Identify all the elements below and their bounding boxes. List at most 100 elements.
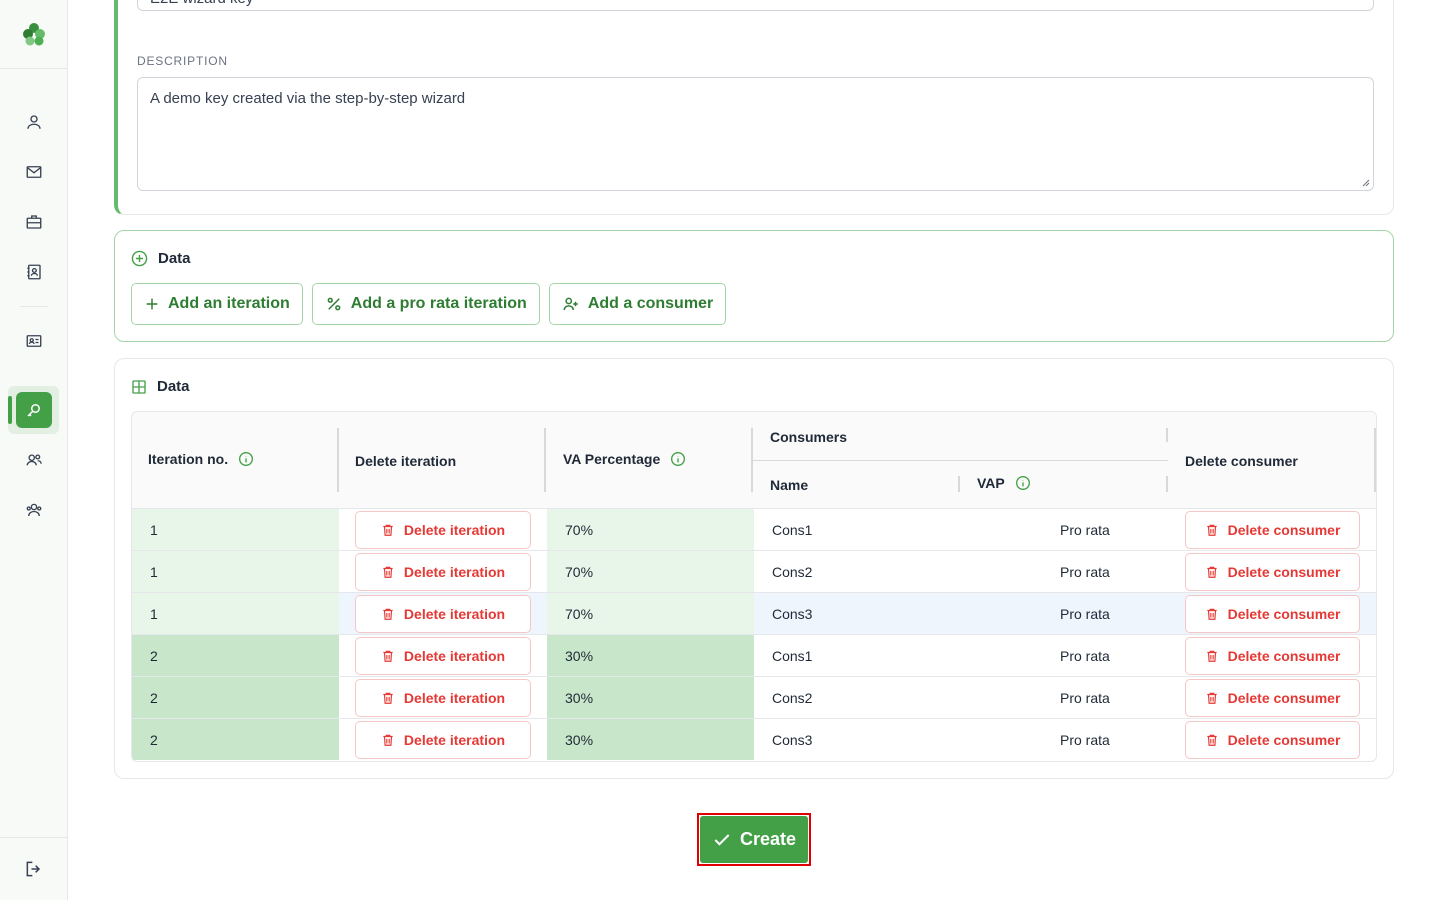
data-table-title-text: Data <box>157 378 190 395</box>
add-iteration-label: Add an iteration <box>168 295 290 312</box>
va-percentage-cell: 30% <box>547 719 754 760</box>
info-icon[interactable] <box>238 451 254 467</box>
iteration-cell: 1 <box>132 551 339 592</box>
delete-consumer-button[interactable]: Delete consumer <box>1185 679 1360 717</box>
sidebar-item-groups[interactable] <box>16 492 52 528</box>
trash-icon <box>1206 566 1217 578</box>
description-text: A demo key created via the step-by-step … <box>150 90 466 107</box>
sidebar-item-contacts[interactable] <box>16 254 52 290</box>
sidebar-divider <box>20 306 48 307</box>
clover-logo-icon <box>22 23 45 46</box>
vap-cell: Pro rata <box>1060 521 1110 538</box>
delete-consumer-label: Delete consumer <box>1227 522 1341 538</box>
vap-cell: Pro rata <box>1060 605 1110 622</box>
header-delete-iteration: Delete iteration <box>355 453 456 469</box>
description-label: DESCRIPTION <box>137 54 228 68</box>
key-details-card: E2E wizard key DESCRIPTION A demo key cr… <box>114 0 1394 215</box>
sidebar-active-indicator <box>8 396 12 424</box>
delete-consumer-button[interactable]: Delete consumer <box>1185 721 1360 759</box>
header-iteration: Iteration no. <box>148 451 254 467</box>
trash-icon <box>383 566 393 578</box>
info-icon[interactable] <box>1015 475 1031 491</box>
sidebar-item-users[interactable] <box>16 442 52 478</box>
trash-icon <box>383 608 393 620</box>
column-divider[interactable] <box>544 428 546 492</box>
sidebar-item-id-cards[interactable] <box>16 323 52 359</box>
va-percentage-cell: 30% <box>547 635 754 676</box>
sidebar-item-profile[interactable] <box>16 104 52 140</box>
delete-iteration-label: Delete iteration <box>403 564 506 580</box>
delete-consumer-label: Delete consumer <box>1227 648 1341 664</box>
header-name-label: Name <box>770 477 809 493</box>
create-button-label: Create <box>739 829 797 849</box>
delete-consumer-button[interactable]: Delete consumer <box>1185 637 1360 675</box>
add-pro-rata-iteration-button[interactable]: Add a pro rata iteration <box>311 283 540 325</box>
header-va-percentage: VA Percentage <box>563 451 686 467</box>
column-divider[interactable] <box>958 476 960 492</box>
delete-iteration-button[interactable]: Delete iteration <box>355 553 531 591</box>
delete-iteration-button[interactable]: Delete iteration <box>355 511 531 549</box>
va-percentage-cell: 70% <box>547 593 754 634</box>
delete-consumer-button[interactable]: Delete consumer <box>1185 595 1360 633</box>
key-name-input[interactable]: E2E wizard key <box>137 0 1374 11</box>
info-icon[interactable] <box>670 451 686 467</box>
description-textarea[interactable]: A demo key created via the step-by-step … <box>137 77 1374 191</box>
table-row: 1 Delete iteration 70% Cons2 Pro rata De… <box>132 551 1376 593</box>
column-divider[interactable] <box>1166 476 1168 492</box>
data-actions-title: Data <box>131 250 191 267</box>
delete-iteration-button[interactable]: Delete iteration <box>355 637 531 675</box>
sidebar-item-projects[interactable] <box>16 204 52 240</box>
main-content: E2E wizard key DESCRIPTION A demo key cr… <box>68 0 1440 900</box>
table-icon <box>132 379 146 394</box>
consumer-name-cell: Cons1 <box>772 521 813 538</box>
vap-cell: Pro rata <box>1060 689 1110 706</box>
iteration-cell: 1 <box>132 593 339 634</box>
add-iteration-button[interactable]: Add an iteration <box>131 283 303 325</box>
va-percentage-cell: 70% <box>547 509 754 550</box>
header-iteration-label: Iteration no. <box>148 451 229 467</box>
delete-iteration-button[interactable]: Delete iteration <box>355 721 531 759</box>
delete-consumer-button[interactable]: Delete consumer <box>1185 553 1360 591</box>
delete-iteration-button[interactable]: Delete iteration <box>355 595 531 633</box>
delete-iteration-label: Delete iteration <box>403 606 506 622</box>
mail-icon <box>26 166 42 178</box>
header-name: Name <box>770 477 808 493</box>
iteration-cell: 2 <box>132 635 339 676</box>
trash-icon <box>1206 524 1217 536</box>
table-row: 1 Delete iteration 70% Cons1 Pro rata De… <box>132 509 1376 551</box>
table-row: 2 Delete iteration 30% Cons2 Pro rata De… <box>132 677 1376 719</box>
iteration-cell: 2 <box>132 719 339 760</box>
header-consumers-label: Consumers <box>770 429 848 445</box>
vap-cell: Pro rata <box>1060 647 1110 664</box>
column-divider[interactable] <box>1374 428 1376 492</box>
add-consumer-button[interactable]: Add a consumer <box>548 283 727 325</box>
va-percentage-cell: 70% <box>547 551 754 592</box>
users-icon <box>26 454 42 466</box>
resize-handle-icon[interactable] <box>1362 179 1370 187</box>
add-consumer-label: Add a consumer <box>587 295 714 312</box>
header-delete-consumer: Delete consumer <box>1185 453 1298 469</box>
delete-consumer-button[interactable]: Delete consumer <box>1185 511 1360 549</box>
iterations-table: Iteration no. Delete iteration VA Percen… <box>131 411 1377 762</box>
app-logo[interactable] <box>0 0 67 69</box>
logout-icon <box>26 861 40 877</box>
iteration-cell: 1 <box>132 509 339 550</box>
sidebar-item-keys[interactable] <box>16 392 52 428</box>
trash-icon <box>383 524 393 536</box>
delete-iteration-label: Delete iteration <box>403 522 506 538</box>
contact-book-icon <box>27 264 41 280</box>
consumer-name-cell: Cons3 <box>772 731 813 748</box>
percent-icon <box>327 297 341 311</box>
delete-iteration-label: Delete iteration <box>403 732 506 748</box>
column-divider[interactable] <box>337 428 339 492</box>
column-divider[interactable] <box>1166 428 1168 442</box>
check-icon <box>714 833 730 846</box>
sidebar-logout[interactable] <box>0 837 67 900</box>
create-button[interactable]: Create <box>700 816 808 863</box>
delete-iteration-button[interactable]: Delete iteration <box>355 679 531 717</box>
trash-icon <box>1206 692 1217 704</box>
delete-consumer-label: Delete consumer <box>1227 606 1341 622</box>
sidebar-item-mail[interactable] <box>16 154 52 190</box>
data-table-card: Data Iteration no. Delete iteration VA P… <box>114 358 1394 779</box>
delete-consumer-label: Delete consumer <box>1227 564 1341 580</box>
